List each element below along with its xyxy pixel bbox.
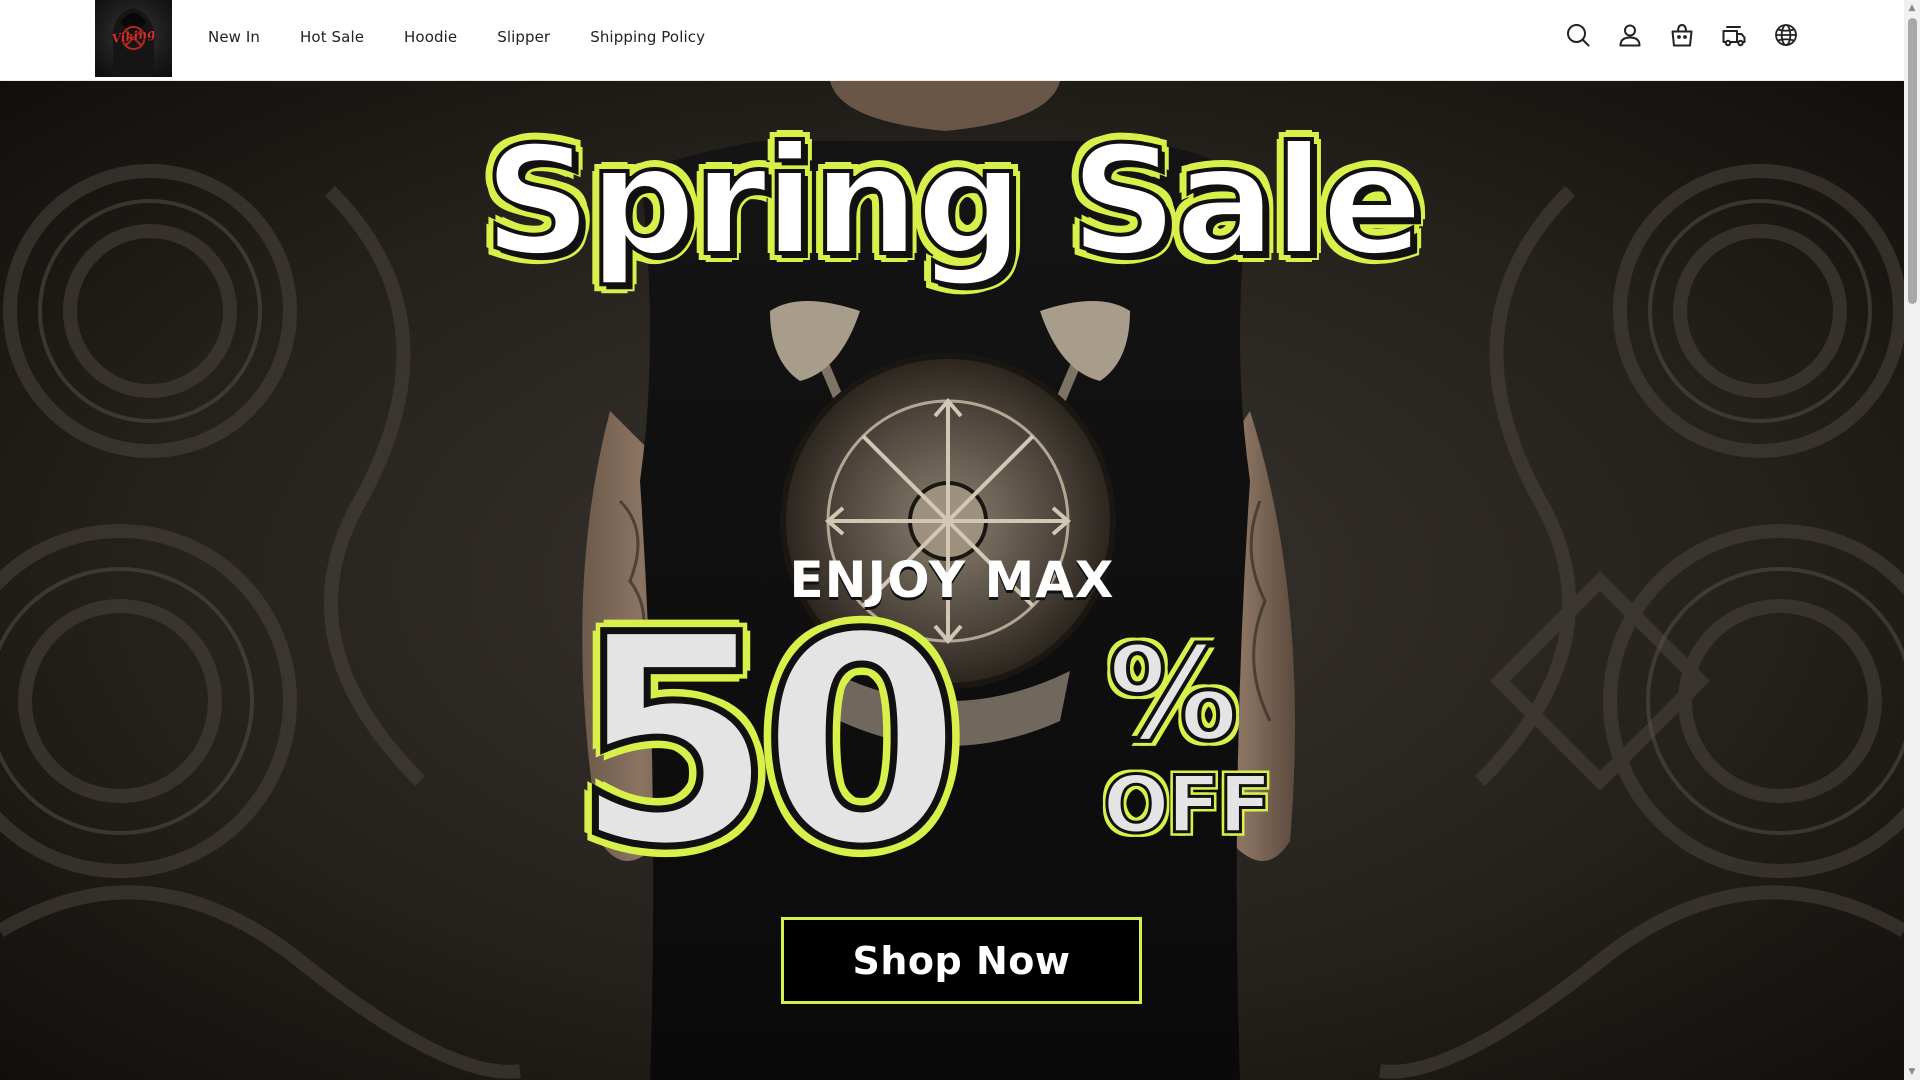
header-icons: [1564, 21, 1800, 49]
nav-slipper[interactable]: Slipper: [497, 28, 550, 46]
search-icon[interactable]: [1564, 21, 1592, 49]
site-header: Viking New In Hot Sale Hoodie Slipper Sh…: [0, 0, 1904, 81]
scrollbar-thumb[interactable]: [1908, 18, 1917, 304]
hero-subheadline: ENJOY MAX: [789, 551, 1115, 609]
nav-new-in[interactable]: New In: [208, 28, 260, 46]
discount-number: 50: [570, 574, 967, 911]
main-nav: New In Hot Sale Hoodie Slipper Shipping …: [208, 28, 705, 46]
discount-percent-symbol: %: [1106, 618, 1240, 770]
cart-icon[interactable]: [1668, 21, 1696, 49]
hero-banner[interactable]: Spring Sale ENJOY MAX 50 % OFF Shop Now: [0, 81, 1904, 1080]
account-icon[interactable]: [1616, 21, 1644, 49]
scroll-up-arrow-icon[interactable]: ▲: [1904, 0, 1920, 16]
page-scrollbar[interactable]: ▲ ▼: [1904, 0, 1920, 1080]
brand-logo[interactable]: Viking: [95, 0, 172, 77]
shop-now-button[interactable]: Shop Now: [781, 917, 1142, 1004]
language-icon[interactable]: [1772, 21, 1800, 49]
nav-hoodie[interactable]: Hoodie: [404, 28, 457, 46]
nav-hot-sale[interactable]: Hot Sale: [300, 28, 364, 46]
hero-headline: Spring Sale: [482, 113, 1426, 291]
scroll-down-arrow-icon[interactable]: ▼: [1904, 1064, 1920, 1080]
nav-shipping-policy[interactable]: Shipping Policy: [590, 28, 705, 46]
order-tracking-icon[interactable]: [1720, 21, 1748, 49]
discount-off-label: OFF: [1102, 760, 1274, 853]
